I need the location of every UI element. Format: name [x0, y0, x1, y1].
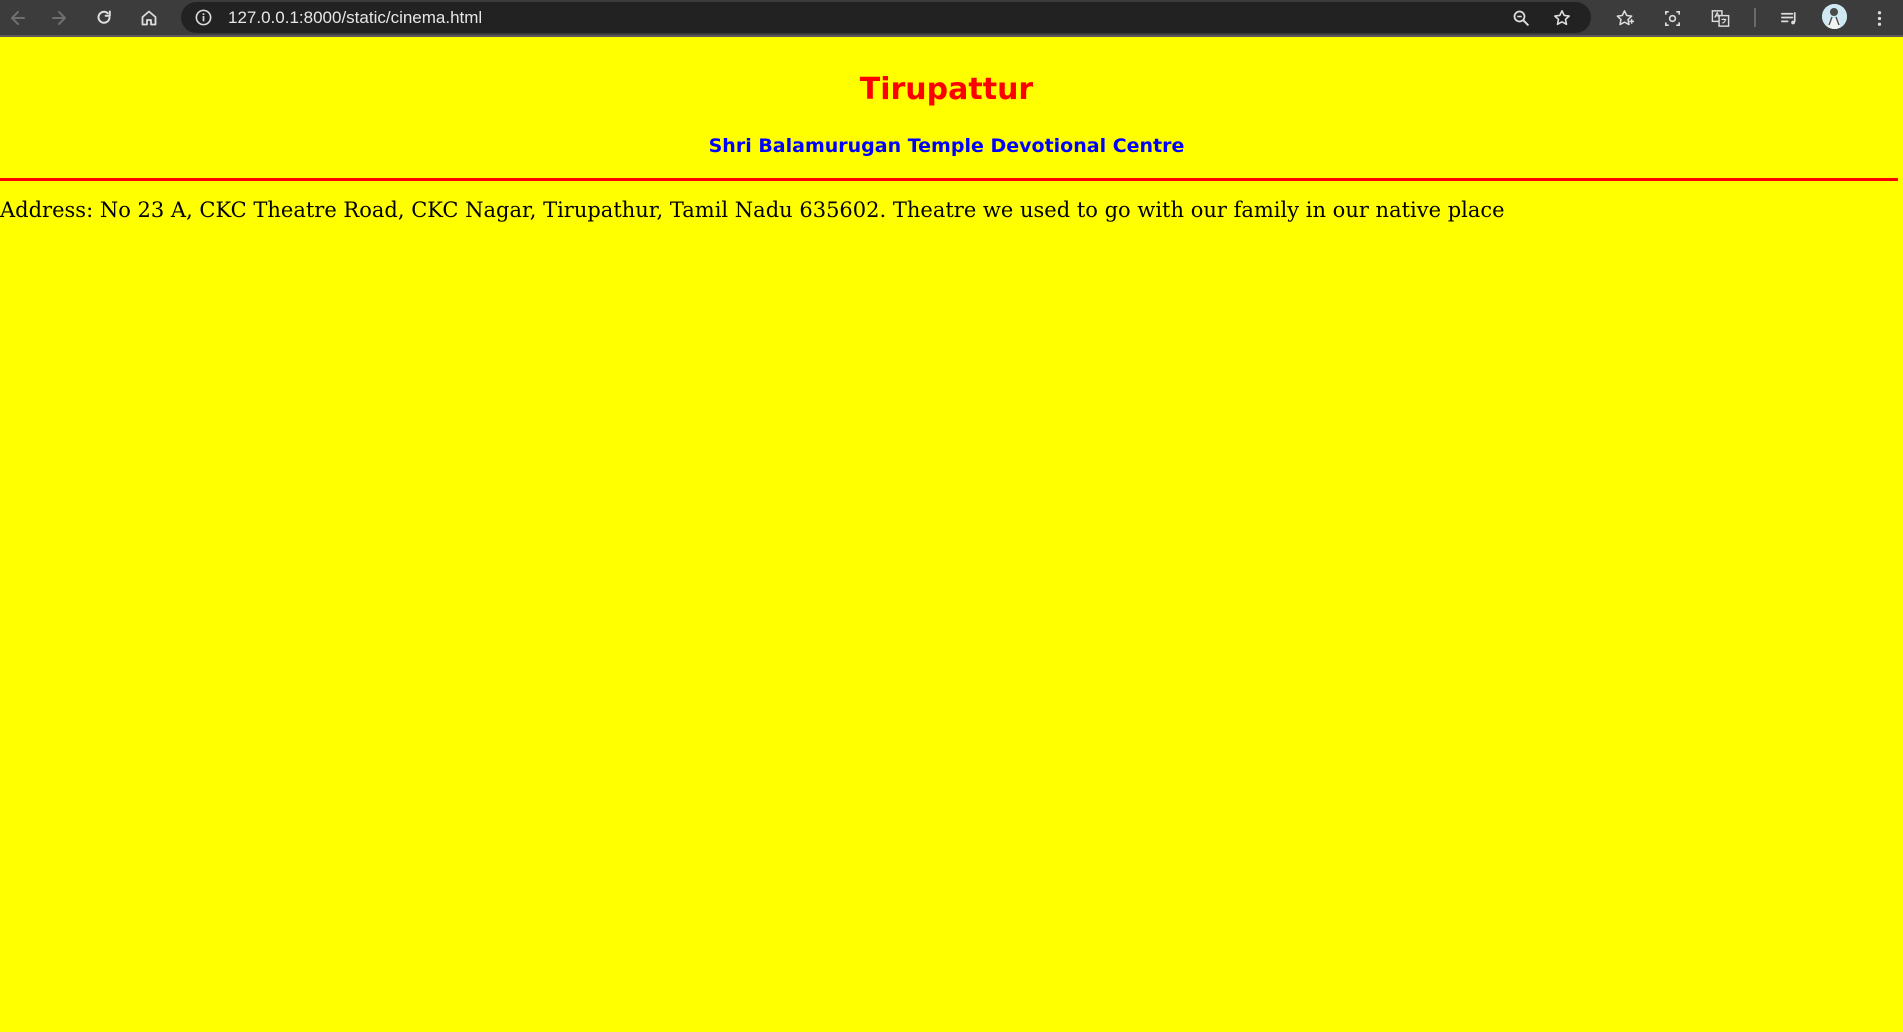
browser-toolbar: 127.0.0.1:8000/static/cinema.html	[0, 0, 1903, 35]
toolbar-divider	[1754, 8, 1756, 27]
reading-list-icon[interactable]	[1776, 5, 1802, 31]
screenshot-icon[interactable]	[1659, 5, 1685, 31]
site-info-icon[interactable]	[193, 7, 214, 28]
address-bar[interactable]: 127.0.0.1:8000/static/cinema.html	[181, 2, 1591, 33]
reload-icon[interactable]	[86, 0, 121, 35]
url-text[interactable]: 127.0.0.1:8000/static/cinema.html	[228, 9, 482, 27]
horizontal-rule	[0, 178, 1898, 181]
profile-avatar[interactable]	[1822, 4, 1847, 29]
home-icon[interactable]	[131, 0, 166, 35]
translate-icon[interactable]	[1707, 5, 1733, 31]
back-arrow-icon[interactable]	[0, 0, 35, 35]
page-content: Tirupattur Shri Balamurugan Temple Devot…	[0, 38, 1903, 1032]
address-paragraph: Address: No 23 A, CKC Theatre Road, CKC …	[0, 198, 1505, 222]
bookmark-star-icon[interactable]	[1550, 6, 1574, 30]
bookmarks-icon[interactable]	[1611, 5, 1637, 31]
menu-icon[interactable]	[1866, 5, 1892, 31]
forward-arrow-icon[interactable]	[41, 0, 76, 35]
zoom-icon[interactable]	[1509, 6, 1533, 30]
page-title: Tirupattur	[859, 72, 1034, 107]
page-subtitle: Shri Balamurugan Temple Devotional Centr…	[708, 135, 1185, 157]
